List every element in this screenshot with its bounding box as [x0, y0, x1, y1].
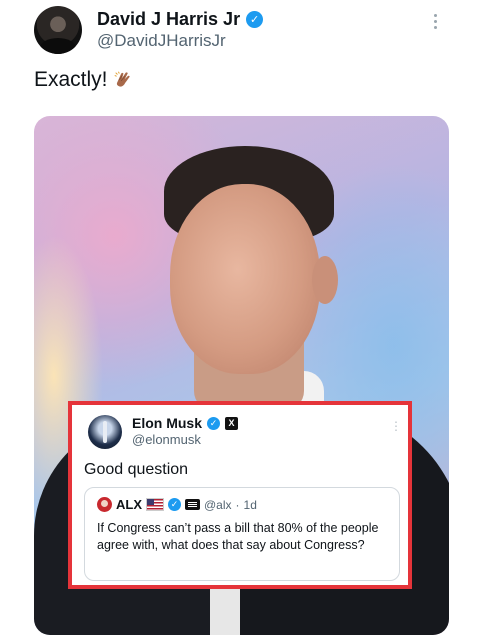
photo-face — [170, 184, 320, 374]
us-flag-icon — [146, 498, 164, 511]
photo-ear — [312, 256, 338, 304]
nested-author-handle[interactable]: @alx — [204, 498, 232, 512]
nested-quote-text: If Congress can’t pass a bill that 80% o… — [97, 521, 379, 552]
more-options-icon[interactable] — [432, 14, 438, 29]
clapping-hands-emoji-icon — [114, 71, 130, 87]
verified-badge-icon: ✓ — [207, 416, 221, 430]
photo-tie — [210, 586, 240, 635]
author-handle[interactable]: @DavidJHarrisJr — [97, 31, 226, 51]
meta-separator: · — [235, 497, 240, 512]
newspaper-icon — [185, 499, 200, 510]
x-logo-icon: X — [225, 416, 239, 430]
verified-badge-icon: ✓ — [246, 11, 264, 28]
author-name-row: David J Harris Jr ✓ — [97, 9, 264, 30]
quoted-author-avatar[interactable] — [88, 415, 122, 449]
quoted-tweet-card[interactable]: Elon Musk ✓ X @elonmusk ⋮ Good question … — [68, 401, 412, 589]
profile-avatar[interactable] — [34, 6, 82, 54]
quoted-author-row: Elon Musk ✓ X — [132, 415, 239, 431]
tweet-text-content: Exactly! — [34, 68, 108, 91]
nested-quote-card[interactable]: ALX ✓ @alx · 1d If Congress can’t pass a… — [84, 487, 400, 581]
quoted-author-handle[interactable]: @elonmusk — [132, 432, 201, 447]
nested-author-avatar[interactable] — [97, 497, 112, 512]
nested-author-name[interactable]: ALX — [116, 497, 142, 512]
tweet-text: Exactly! — [34, 68, 134, 92]
nested-timestamp[interactable]: 1d — [244, 498, 257, 512]
verified-badge-icon: ✓ — [168, 498, 181, 511]
quoted-tweet-text: Good question — [84, 461, 189, 478]
nested-quote-header: ALX ✓ @alx · 1d — [97, 497, 257, 512]
quoted-author-name[interactable]: Elon Musk — [132, 415, 202, 431]
author-name[interactable]: David J Harris Jr — [97, 9, 240, 30]
quoted-more-options-icon[interactable]: ⋮ — [390, 419, 402, 433]
